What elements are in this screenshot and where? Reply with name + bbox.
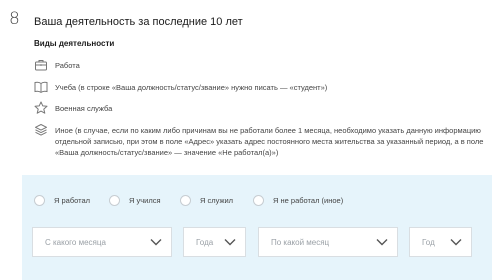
radio-served-circle[interactable] [180, 195, 191, 206]
to-month-select-value: По какой месяц [271, 237, 330, 247]
activities-heading: Виды деятельности [34, 39, 115, 48]
book-icon [34, 80, 48, 94]
activity-military-label: Военная служба [55, 104, 113, 113]
radio-studied-label: Я учился [129, 196, 161, 205]
activity-military: Военная служба [34, 101, 112, 115]
star-icon [34, 101, 48, 115]
activity-work: Работа [34, 58, 80, 72]
from-year-select-value: Года [196, 237, 214, 247]
chevron-down-icon [150, 239, 162, 246]
activity-study: Учеба (в строке «Ваша должность/статус/з… [34, 80, 327, 94]
activity-study-label: Учеба (в строке «Ваша должность/статус/з… [55, 83, 328, 92]
section-title: Ваша деятельность за последние 10 лет [34, 16, 243, 28]
layers-icon [34, 123, 48, 137]
activity-work-label: Работа [55, 61, 80, 70]
chevron-down-icon [376, 239, 388, 246]
to-year-select-value: Год [422, 237, 435, 247]
radio-served[interactable]: Я служил [180, 195, 233, 206]
to-year-select[interactable]: Год [409, 227, 472, 257]
radio-studied-circle[interactable] [109, 195, 120, 206]
to-month-select[interactable]: По какой месяц [258, 227, 398, 257]
radio-worked[interactable]: Я работал [34, 195, 90, 206]
radio-worked-circle[interactable] [34, 195, 45, 206]
chevron-down-icon [224, 239, 236, 246]
from-month-select-value: С какого месяца [45, 237, 106, 247]
radio-other-label: Я не работал (иное) [273, 196, 344, 205]
radio-studied[interactable]: Я учился [109, 195, 161, 206]
step-number: 8 [9, 9, 20, 29]
radio-worked-label: Я работал [54, 196, 91, 205]
from-month-select[interactable]: С какого месяца [32, 227, 172, 257]
activity-other-label: Иное (в случае, если по каким либо причи… [55, 126, 484, 157]
briefcase-icon [34, 58, 48, 72]
chevron-down-icon [450, 239, 462, 246]
radio-served-label: Я служил [200, 196, 234, 205]
activity-other: Иное (в случае, если по каким либо причи… [34, 123, 489, 158]
radio-other[interactable]: Я не работал (иное) [253, 195, 343, 206]
from-year-select[interactable]: Года [183, 227, 246, 257]
radio-other-circle[interactable] [253, 195, 264, 206]
